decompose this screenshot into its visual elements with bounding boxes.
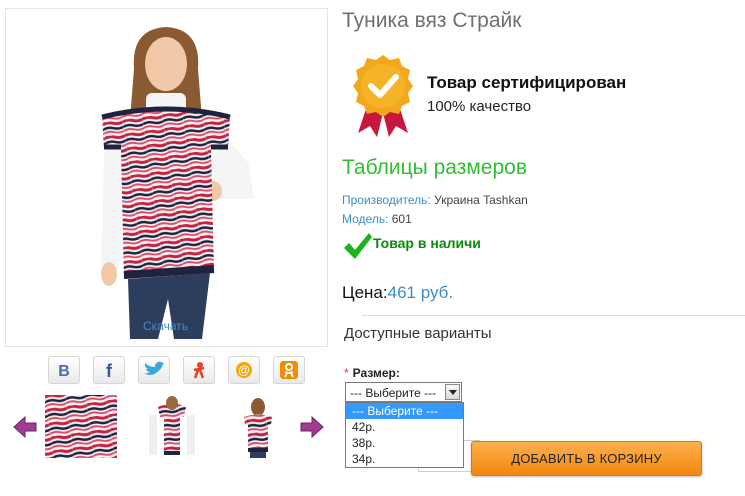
- svg-text:B: B: [58, 363, 70, 378]
- front-thumbnail-image: [136, 395, 208, 458]
- model-row: Модель: 601: [342, 212, 412, 226]
- vk-share-button[interactable]: B: [48, 356, 80, 384]
- next-arrow[interactable]: [299, 414, 325, 440]
- manufacturer-row: Производитель: Украина Tashkan: [342, 193, 528, 207]
- thumbnail-fabric[interactable]: [45, 395, 117, 458]
- divider: [362, 315, 745, 316]
- odnoklassniki-share-button[interactable]: [183, 356, 215, 384]
- facebook-share-button[interactable]: f: [93, 356, 125, 384]
- price-value: 461 руб.: [387, 283, 454, 302]
- mailru-share-button[interactable]: @: [228, 356, 260, 384]
- svg-text:f: f: [106, 361, 113, 379]
- certified-title: Товар сертифицирован: [427, 73, 627, 92]
- size-dropdown-list[interactable]: --- Выберите --- 42р. 38р. 34р.: [345, 402, 464, 468]
- prev-arrow[interactable]: [12, 414, 38, 440]
- manufacturer-label[interactable]: Производитель:: [342, 193, 431, 207]
- required-mark: *: [344, 366, 349, 380]
- thumbnail-front[interactable]: [136, 395, 208, 458]
- certified-subtitle: 100% качество: [427, 98, 532, 115]
- ok-share-button[interactable]: [273, 356, 305, 384]
- size-option[interactable]: 34р.: [346, 451, 463, 467]
- model-value: 601: [391, 212, 412, 226]
- price-label: Цена:: [342, 283, 388, 302]
- ok-icon: [280, 361, 298, 379]
- size-option[interactable]: 38р.: [346, 435, 463, 451]
- certified-badge-icon: [350, 53, 416, 143]
- odnoklassniki-icon: [193, 362, 205, 379]
- manufacturer-value: Украина Tashkan: [434, 193, 528, 207]
- arrow-right-icon: [300, 415, 324, 439]
- size-option[interactable]: --- Выберите ---: [346, 403, 463, 419]
- checkmark-icon: [343, 232, 373, 265]
- chevron-down-icon[interactable]: [445, 384, 460, 400]
- thumbnail-model[interactable]: [222, 395, 294, 458]
- product-title: Туника вяз Страйк: [342, 9, 522, 32]
- facebook-icon: f: [106, 361, 113, 379]
- fabric-thumbnail-image: [45, 395, 117, 458]
- product-photo: [101, 27, 254, 339]
- stock-status: Товар в наличи: [373, 235, 481, 251]
- product-main-image[interactable]: [5, 8, 328, 347]
- mailru-icon: @: [236, 362, 252, 378]
- arrow-left-icon: [13, 415, 37, 439]
- add-to-cart-button[interactable]: ДОБАВИТЬ В КОРЗИНУ: [471, 441, 702, 476]
- size-option[interactable]: 42р.: [346, 419, 463, 435]
- options-title: Доступные варианты: [344, 325, 492, 342]
- twitter-share-button[interactable]: [138, 356, 170, 384]
- vk-icon: B: [58, 363, 70, 378]
- model-thumbnail-image: [222, 395, 294, 458]
- model-label: Модель:: [342, 212, 389, 226]
- size-table-link[interactable]: Таблицы размеров: [342, 156, 527, 180]
- size-label-text: Размер:: [352, 366, 400, 380]
- price-row: Цена:461 руб.: [342, 283, 453, 303]
- download-link[interactable]: Скачать: [5, 319, 326, 333]
- size-select-value: --- Выберите ---: [350, 386, 437, 400]
- size-select[interactable]: --- Выберите ---: [345, 382, 462, 402]
- svg-text:@: @: [238, 363, 250, 377]
- size-label: * Размер:: [344, 366, 400, 380]
- twitter-icon: [144, 361, 165, 375]
